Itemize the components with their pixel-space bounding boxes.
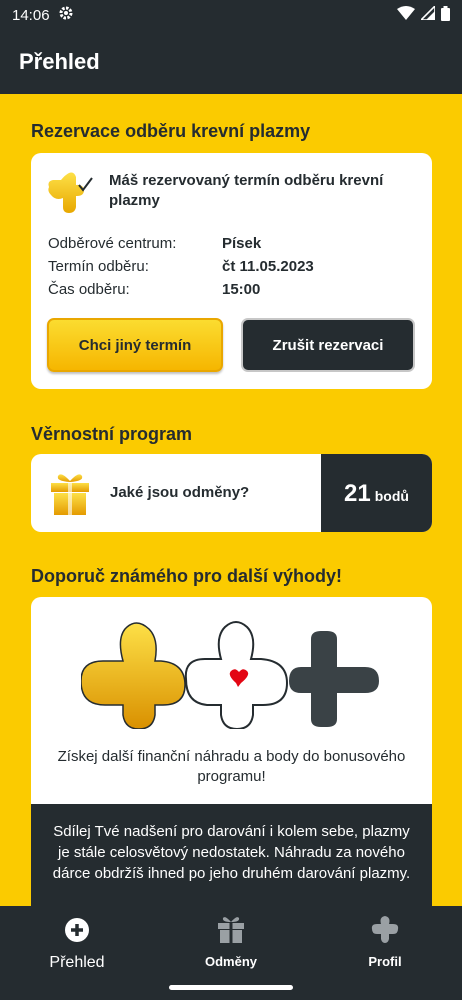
info-label: Odběrové centrum: [48,235,177,252]
referral-text: Získej další finanční náhradu a body do … [57,748,406,785]
gift-icon [218,915,244,948]
info-value: čt 11.05.2023 [222,258,314,275]
loyalty-card[interactable]: Jaké jsou odměny? 21 bodů [31,454,432,532]
nav-label: Profil [368,954,402,969]
nav-item-odmeny[interactable]: Odměny [154,916,308,969]
signal-icon [419,4,436,24]
status-time: 14:06 [12,6,50,24]
info-row-date: Termín odběru: čt 11.05.2023 [48,258,314,275]
battery-icon [441,5,450,25]
reservation-check-icon [47,171,95,220]
referral-illustration-icon [80,619,381,734]
choose-other-date-button[interactable]: Chci jiný termín [47,318,223,372]
reservation-section-title: Rezervace odběru krevní plazmy [31,121,311,141]
page-title: Přehled [19,49,100,74]
nav-item-prehled[interactable]: Přehled [0,916,154,972]
loyalty-section-title: Věrnostní program [31,424,193,444]
points-value: 21 [344,480,371,507]
info-value: Písek [222,235,262,252]
wifi-icon [397,6,415,24]
settings-gear-icon [58,5,74,25]
info-row-center: Odběrové centrum: Písek [48,235,261,252]
nav-label: Odměny [204,954,257,969]
app-bar: Přehled [0,30,462,94]
points-unit: bodů [374,488,409,504]
referral-dark-text: Sdílej Tvé nadšení pro darování i kolem … [31,804,432,906]
status-bar: 14:06 [0,0,462,30]
referral-section-title: Doporuč známého pro další výhody! [31,566,343,586]
profile-plus-icon [371,915,399,948]
reservation-card: Máš rezervovaný termín odběru krevní pla… [31,153,432,389]
rewards-question: Jaké jsou odměny? [110,484,250,501]
info-row-time: Čas odběru: 15:00 [48,281,260,298]
referral-card: Získej další finanční náhradu a body do … [31,597,432,906]
plus-circle-icon [64,917,90,948]
info-label: Termín odběru: [48,258,149,275]
points-badge: 21 bodů [321,454,432,532]
reservation-header-text: Máš rezervovaný termín odběru krevní pla… [109,172,384,209]
main-content[interactable]: Rezervace odběru krevní plazmy Máš rezer… [0,94,462,906]
nav-item-profil[interactable]: Profil [308,916,462,969]
gift-icon [51,471,89,520]
info-label: Čas odběru: [48,281,130,298]
cancel-reservation-button[interactable]: Zrušit rezervaci [241,318,415,372]
nav-label: Přehled [49,954,105,971]
gesture-bar [169,985,293,990]
info-value: 15:00 [222,281,261,298]
